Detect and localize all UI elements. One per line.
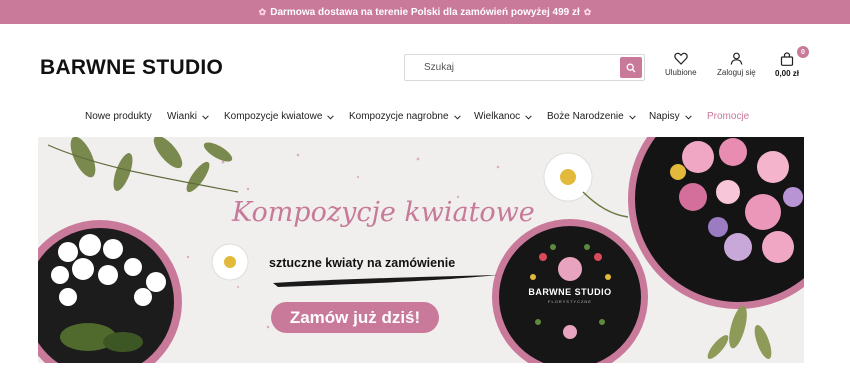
- nav-item-label: Promocje: [707, 111, 750, 122]
- site-logo[interactable]: BARWNE STUDIO: [40, 56, 223, 80]
- nav-item-wielkanoc[interactable]: Wielkanoc: [474, 111, 532, 122]
- chevron-down-icon: [684, 114, 692, 120]
- login-label: Zaloguj się: [717, 68, 756, 77]
- cart-total: 0,00 zł: [775, 69, 800, 78]
- flower-icon: ✿: [258, 6, 267, 17]
- favorites-label: Ulubione: [665, 68, 697, 77]
- chevron-down-icon: [202, 114, 209, 120]
- main-nav: Nowe produkty Wianki Kompozycje kwiatowe…: [0, 111, 850, 125]
- nav-item-label: Kompozycje kwiatowe: [224, 111, 323, 122]
- chevron-down-icon: [327, 114, 335, 120]
- promo-bar: ✿ Darmowa dostawa na terenie Polski dla …: [0, 0, 850, 24]
- nav-item-label: Wielkanoc: [474, 111, 521, 122]
- badge-subtitle: FLORYSTYCZNE: [548, 299, 592, 304]
- chevron-down-icon: [453, 114, 461, 120]
- nav-item-kompozycje-kwiatowe[interactable]: Kompozycje kwiatowe: [224, 111, 335, 122]
- bag-icon: [780, 52, 794, 66]
- nav-item-nowe-produkty[interactable]: Nowe produkty: [85, 111, 152, 122]
- banner-title: Kompozycje kwiatowe: [232, 197, 535, 228]
- nav-item-label: Nowe produkty: [85, 111, 152, 122]
- flower-icon: ✿: [583, 6, 592, 17]
- cart-button[interactable]: 0 0,00 zł: [775, 46, 809, 78]
- search-bar: [404, 54, 645, 81]
- cart-count-badge: 0: [797, 46, 809, 58]
- nav-item-promocje[interactable]: Promocje: [707, 111, 749, 122]
- search-icon: [626, 63, 636, 72]
- user-icon: [730, 52, 743, 65]
- hero-banner[interactable]: Kompozycje kwiatowe sztuczne kwiaty na z…: [38, 137, 804, 363]
- order-now-button[interactable]: Zamów już dziś!: [271, 302, 439, 333]
- nav-item-label: Kompozycje nagrobne: [349, 111, 449, 122]
- heart-icon: [674, 52, 688, 65]
- favorites-button[interactable]: Ulubione: [665, 52, 697, 77]
- nav-item-boze-narodzenie[interactable]: Boże Narodzenie: [547, 111, 636, 122]
- promo-text: Darmowa dostawa na terenie Polski dla za…: [270, 6, 580, 18]
- login-button[interactable]: Zaloguj się: [717, 52, 756, 77]
- search-input[interactable]: [406, 56, 620, 79]
- nav-item-label: Boże Narodzenie: [547, 111, 624, 122]
- chevron-down-icon: [525, 114, 532, 120]
- nav-item-label: Napisy: [649, 111, 680, 122]
- search-button[interactable]: [620, 57, 642, 78]
- nav-item-label: Wianki: [167, 111, 198, 122]
- badge-title: BARWNE STUDIO: [528, 287, 612, 297]
- chevron-down-icon: [628, 114, 636, 120]
- nav-item-kompozycje-nagrobne[interactable]: Kompozycje nagrobne: [349, 111, 461, 122]
- nav-item-napisy[interactable]: Napisy: [649, 111, 692, 122]
- nav-item-wianki[interactable]: Wianki: [167, 111, 209, 122]
- banner-subtitle: sztuczne kwiaty na zamówienie: [269, 256, 456, 270]
